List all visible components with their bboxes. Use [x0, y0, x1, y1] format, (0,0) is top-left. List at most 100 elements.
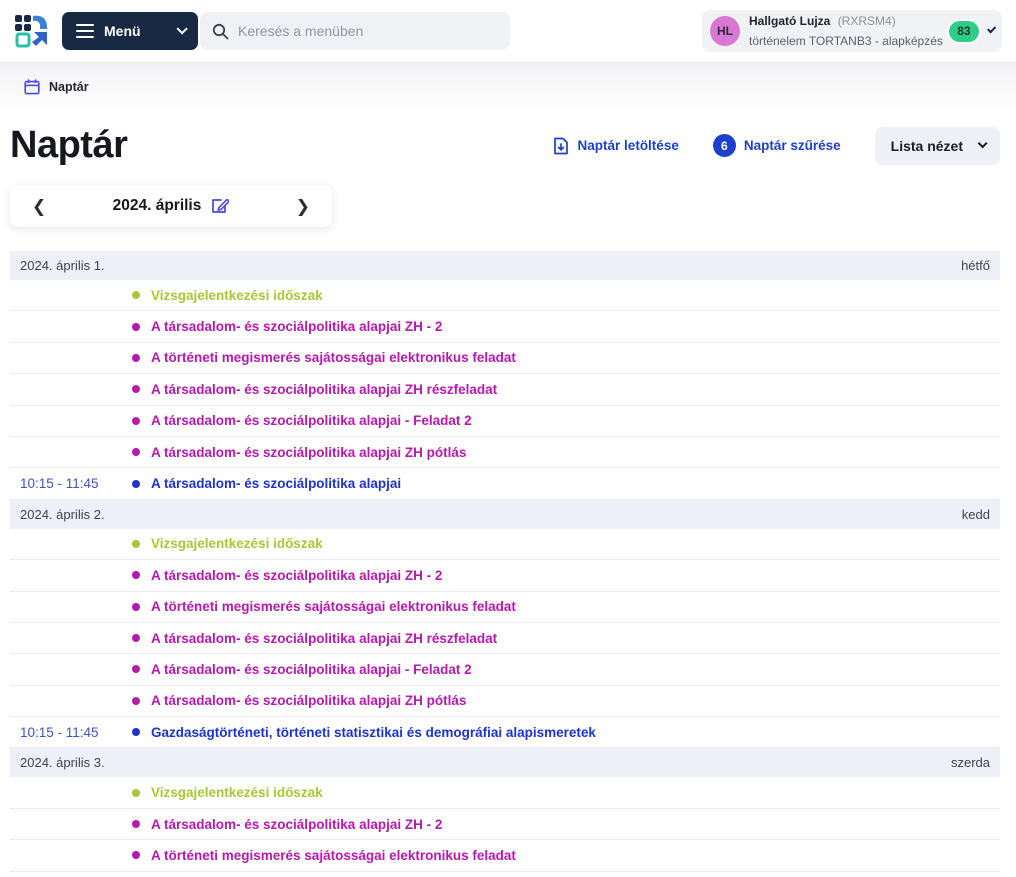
calendar-event-row[interactable]: A társadalom- és szociálpolitika alapjai…	[10, 808, 1000, 841]
day-header: 2024. április 3. szerda	[10, 748, 1000, 778]
next-month-button[interactable]: ❯	[296, 198, 310, 215]
download-calendar-label: Naptár letöltése	[577, 138, 679, 153]
event-color-dot-icon	[132, 728, 140, 737]
page-title: Naptár	[10, 124, 128, 166]
previous-month-button[interactable]: ❮	[32, 198, 46, 215]
event-title[interactable]: A történeti megismerés sajátosságai elek…	[151, 350, 516, 365]
calendar-event-row[interactable]: A történeti megismerés sajátosságai elek…	[10, 591, 1000, 623]
event-color-dot-icon	[132, 291, 140, 300]
event-title[interactable]: A társadalom- és szociálpolitika alapjai…	[151, 382, 497, 397]
event-title[interactable]: Vizsgajelentkezési időszak	[151, 288, 323, 303]
edit-date-button[interactable]	[211, 197, 230, 215]
calendar-list: 2024. április 1. hétfő Vizsgajelentkezés…	[10, 251, 1000, 872]
month-navigator: ❮ 2024. április ❯	[10, 185, 332, 227]
top-header-bar: Menü HL Hallgató Lujza (RXRSM4) történel…	[0, 0, 1016, 62]
avatar: HL	[710, 16, 740, 46]
calendar-event-row[interactable]: A társadalom- és szociálpolitika alapjai…	[10, 685, 1000, 718]
day-weekday-label: szerda	[950, 755, 990, 771]
event-color-dot-icon	[132, 448, 140, 457]
menu-search[interactable]	[200, 12, 510, 50]
calendar-event-row[interactable]: A társadalom- és szociálpolitika alapjai…	[10, 654, 1000, 686]
calendar-event-row[interactable]: A történeti megismerés sajátosságai elek…	[10, 342, 1000, 375]
day-header: 2024. április 2. kedd	[10, 499, 1000, 529]
breadcrumb[interactable]: Naptár	[24, 78, 89, 95]
day-date-label: 2024. április 2.	[20, 506, 105, 522]
hamburger-icon	[76, 20, 94, 42]
event-color-dot-icon	[132, 539, 140, 548]
filter-calendar-label: Naptár szűrése	[743, 138, 841, 153]
event-title[interactable]: A társadalom- és szociálpolitika alapjai…	[151, 817, 442, 832]
event-color-dot-icon	[132, 322, 140, 331]
event-time: 10:15 - 11:45	[20, 724, 99, 740]
event-title[interactable]: A társadalom- és szociálpolitika alapjai…	[151, 631, 497, 646]
event-color-dot-icon	[132, 416, 140, 425]
chevron-down-icon	[986, 24, 997, 34]
day-header: 2024. április 1. hétfő	[10, 251, 1000, 280]
filter-calendar-button[interactable]: 6 Naptár szűrése	[712, 134, 841, 157]
event-color-dot-icon	[132, 634, 140, 643]
user-program: történelem TORTANB3 - alapképzés (BA/...	[749, 34, 943, 48]
event-title[interactable]: A társadalom- és szociálpolitika alapjai…	[151, 693, 466, 708]
event-color-dot-icon	[132, 788, 140, 797]
filter-count-badge: 6	[712, 134, 736, 157]
calendar-event-row[interactable]: A társadalom- és szociálpolitika alapjai…	[10, 436, 1000, 469]
notification-count-badge: 83	[948, 20, 979, 42]
download-file-icon	[553, 137, 568, 154]
breadcrumb-label: Naptár	[49, 79, 89, 94]
view-mode-dropdown[interactable]: Lista nézet	[874, 126, 1000, 165]
event-time: 10:15 - 11:45	[20, 476, 99, 492]
menu-button-label: Menü	[104, 23, 141, 39]
chevron-down-icon	[176, 23, 188, 35]
event-title[interactable]: Gazdaságtörténeti, történeti statisztika…	[151, 725, 596, 740]
search-input[interactable]	[238, 23, 498, 39]
event-color-dot-icon	[132, 385, 140, 394]
chevron-down-icon	[977, 138, 988, 149]
event-color-dot-icon	[132, 353, 140, 362]
calendar-icon	[24, 78, 40, 94]
calendar-event-row[interactable]: Vizsgajelentkezési időszak	[10, 528, 1000, 561]
event-title[interactable]: A társadalom- és szociálpolitika alapjai	[151, 476, 401, 491]
search-icon	[212, 23, 229, 39]
calendar-event-row[interactable]: Vizsgajelentkezési időszak	[10, 777, 1000, 809]
neptun-logo-icon	[15, 15, 48, 48]
event-title[interactable]: A társadalom- és szociálpolitika alapjai…	[151, 319, 442, 334]
calendar-event-row[interactable]: A társadalom- és szociálpolitika alapjai…	[10, 560, 1000, 592]
download-calendar-button[interactable]: Naptár letöltése	[553, 137, 679, 155]
event-color-dot-icon	[132, 571, 140, 580]
user-code: (RXRSM4)	[837, 14, 896, 28]
calendar-event-row[interactable]: A társadalom- és szociálpolitika alapjai…	[10, 622, 1000, 655]
view-mode-label: Lista nézet	[890, 137, 963, 154]
event-color-dot-icon	[132, 820, 140, 829]
event-title[interactable]: A társadalom- és szociálpolitika alapjai…	[151, 445, 466, 460]
user-name: Hallgató Lujza	[749, 14, 831, 28]
calendar-event-row[interactable]: A társadalom- és szociálpolitika alapjai…	[10, 311, 1000, 343]
event-title[interactable]: Vizsgajelentkezési időszak	[151, 785, 323, 800]
breadcrumb-band: Naptár	[0, 62, 1016, 110]
calendar-event-row[interactable]: A történeti megismerés sajátosságai elek…	[10, 840, 1000, 872]
event-color-dot-icon	[132, 665, 140, 674]
calendar-event-row[interactable]: 10:15 - 11:45 Gazdaságtörténeti, történe…	[10, 717, 1000, 749]
day-weekday-label: kedd	[961, 506, 990, 522]
event-title[interactable]: Vizsgajelentkezési időszak	[151, 536, 323, 551]
event-color-dot-icon	[132, 696, 140, 705]
calendar-event-row[interactable]: A társadalom- és szociálpolitika alapjai…	[10, 405, 1000, 437]
day-weekday-label: hétfő	[961, 258, 990, 273]
current-month-label: 2024. április	[112, 197, 202, 214]
calendar-event-row[interactable]: 10:15 - 11:45 A társadalom- és szociálpo…	[10, 468, 1000, 500]
event-color-dot-icon	[132, 602, 140, 611]
event-title[interactable]: A társadalom- és szociálpolitika alapjai…	[151, 568, 442, 583]
day-date-label: 2024. április 1.	[20, 258, 105, 273]
event-color-dot-icon	[132, 851, 140, 860]
user-menu[interactable]: HL Hallgató Lujza (RXRSM4) történelem TO…	[702, 10, 1002, 52]
page-actions: Naptár letöltése 6 Naptár szűrése Lista …	[553, 126, 1000, 165]
event-title[interactable]: A történeti megismerés sajátosságai elek…	[151, 848, 516, 863]
title-row: Naptár Naptár letöltése 6 Naptár szűrése…	[0, 110, 1016, 185]
event-color-dot-icon	[132, 479, 140, 488]
menu-button[interactable]: Menü	[62, 12, 198, 50]
event-title[interactable]: A történeti megismerés sajátosságai elek…	[151, 599, 516, 614]
event-title[interactable]: A társadalom- és szociálpolitika alapjai…	[151, 413, 472, 428]
edit-pencil-icon	[212, 199, 230, 213]
calendar-event-row[interactable]: Vizsgajelentkezési időszak	[10, 280, 1000, 312]
calendar-event-row[interactable]: A társadalom- és szociálpolitika alapjai…	[10, 374, 1000, 406]
event-title[interactable]: A társadalom- és szociálpolitika alapjai…	[151, 662, 472, 677]
